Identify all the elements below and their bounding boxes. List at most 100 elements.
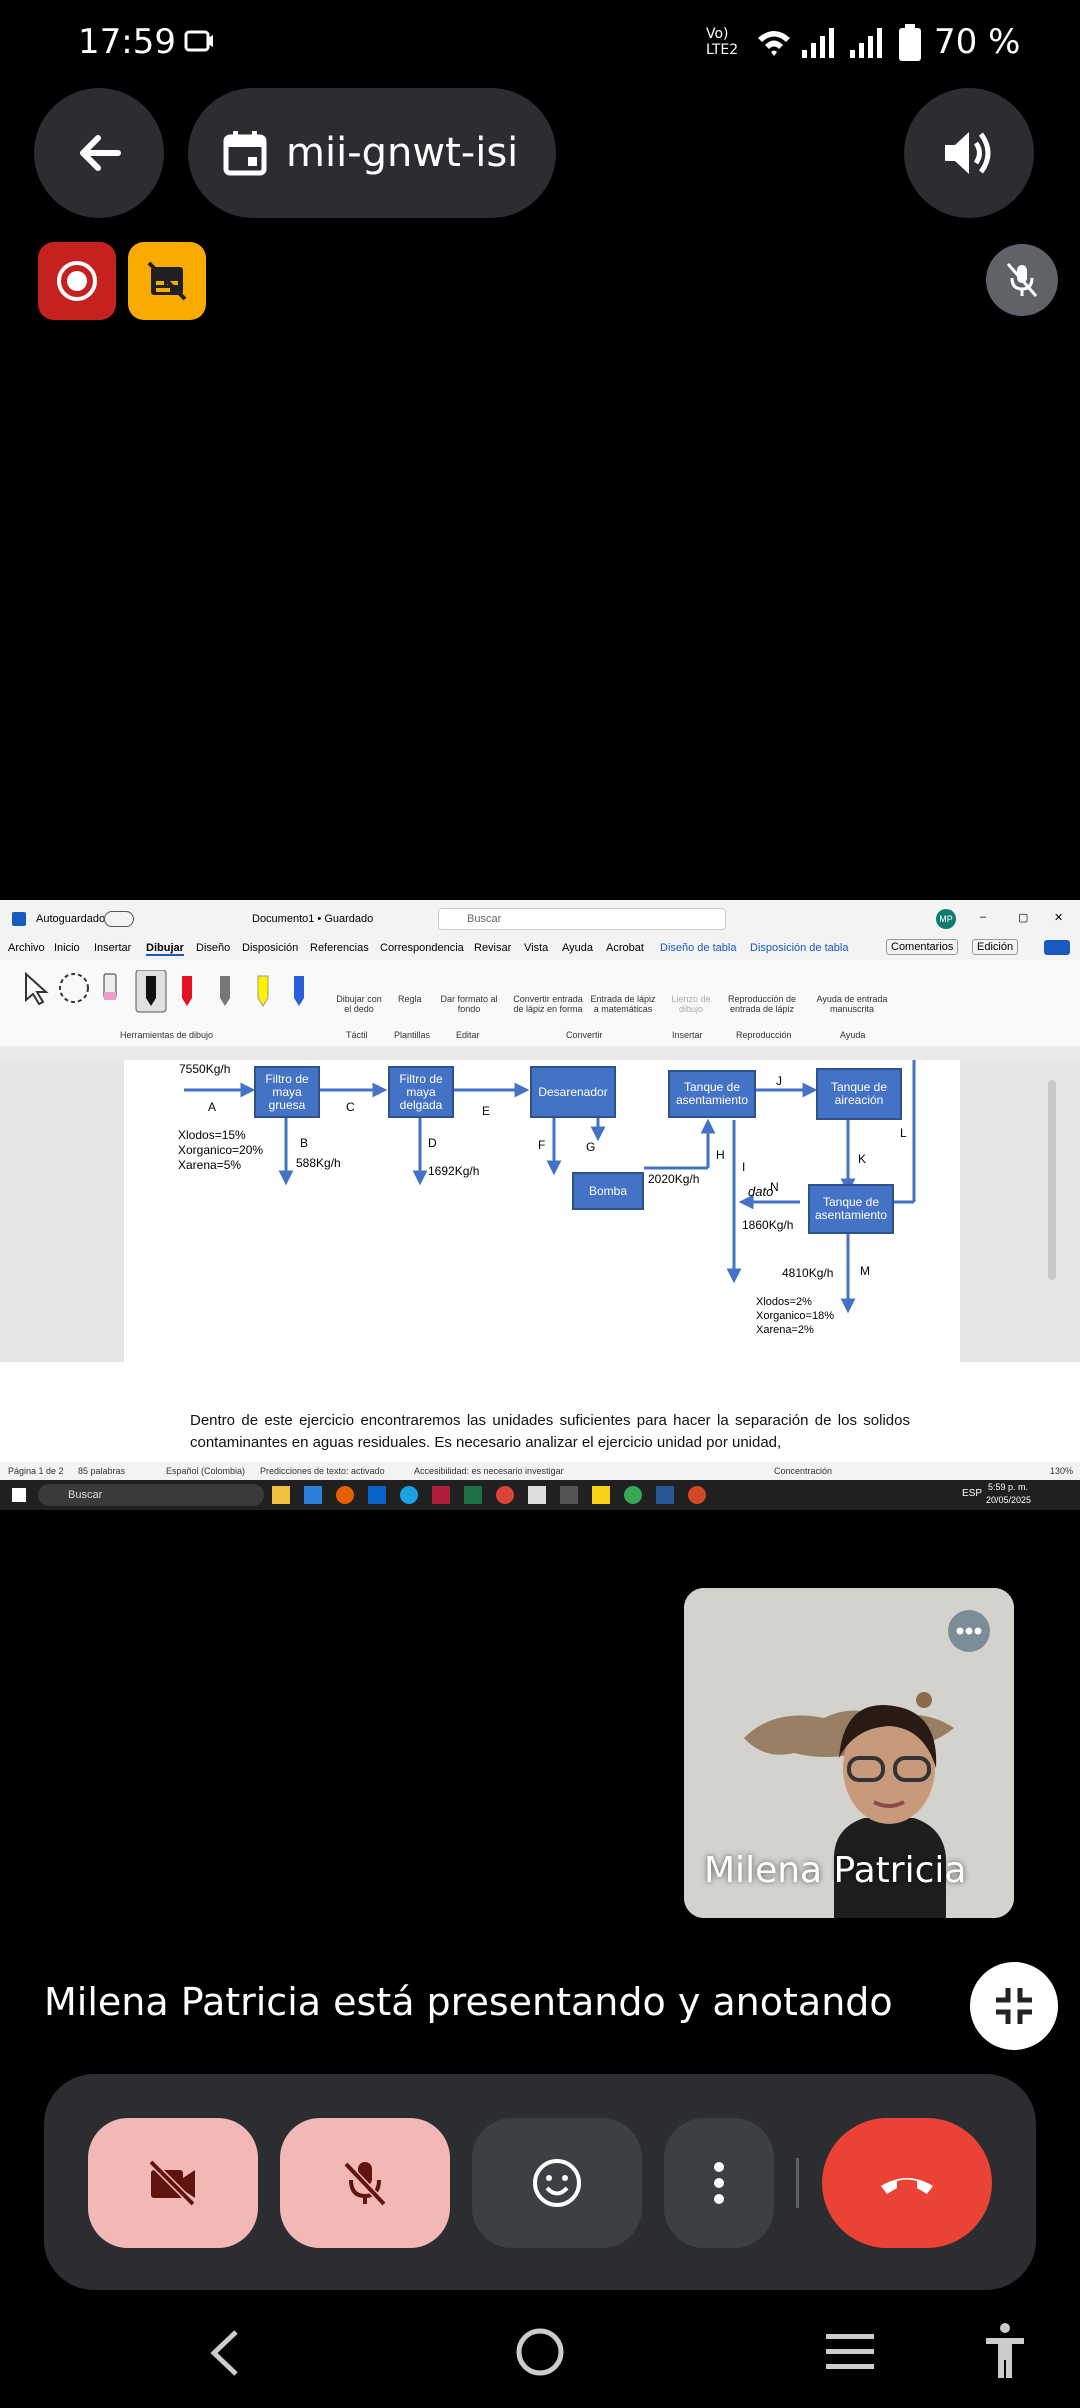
tab-archivo[interactable]: Archivo [8, 942, 45, 954]
tab-inicio[interactable]: Inicio [54, 942, 80, 954]
maximize-icon[interactable]: ▢ [1018, 911, 1028, 924]
taskbar-date[interactable]: 20/05/2025 [986, 1495, 1031, 1505]
mic-off-icon [1006, 263, 1038, 297]
zoom-level[interactable]: 130% [1050, 1466, 1073, 1476]
chrome-icon[interactable] [496, 1486, 514, 1504]
tab-diseno[interactable]: Diseño [196, 942, 230, 954]
file-explorer-icon[interactable] [272, 1486, 290, 1504]
tab-disposicion-tabla[interactable]: Disposición de tabla [750, 942, 848, 954]
stream-m: M [860, 1264, 870, 1278]
windows-start-icon[interactable] [12, 1488, 26, 1502]
word-ribbon-tabs: Archivo Inicio Insertar Dibujar Diseño D… [0, 938, 1080, 960]
ink-replay-button[interactable]: Reproducción de entrada de lápiz [724, 994, 800, 1014]
edit-group-label: Editar [456, 1030, 480, 1040]
tab-ayuda[interactable]: Ayuda [562, 942, 593, 954]
nav-back-icon[interactable] [206, 2328, 242, 2378]
tab-acrobat[interactable]: Acrobat [606, 942, 644, 954]
format-background-button[interactable]: Dar formato al fondo [440, 994, 498, 1014]
ink-to-math-button[interactable]: Entrada de lápiz a matemáticas [588, 994, 658, 1014]
reactions-button[interactable] [472, 2118, 642, 2248]
taskbar-search[interactable]: Buscar [38, 1484, 264, 1506]
input-language[interactable]: ESP [962, 1488, 982, 1499]
back-button[interactable] [34, 88, 164, 218]
end-call-button[interactable] [822, 2118, 992, 2248]
tab-diseno-tabla[interactable]: Diseño de tabla [660, 942, 736, 954]
taskbar-app-icons [272, 1486, 812, 1504]
app-icon[interactable] [432, 1486, 450, 1504]
accessibility-status[interactable]: Accesibilidad: es necesario investigar [414, 1466, 564, 1476]
text-prediction-status[interactable]: Predicciones de texto: activado [260, 1466, 385, 1476]
ink-to-shape-button[interactable]: Convertir entrada de lápiz en forma [510, 994, 586, 1014]
draw-finger-button[interactable]: Dibujar con el dedo [334, 994, 384, 1014]
document-paragraph: Dentro de este ejercicio encontraremos l… [190, 1412, 910, 1451]
autosave-toggle[interactable] [104, 911, 134, 927]
tab-vista[interactable]: Vista [524, 942, 548, 954]
playback-group-label: Reproducción [736, 1030, 792, 1040]
battery-percent: 70 % [934, 22, 1021, 62]
more-horiz-icon [956, 1627, 982, 1635]
mic-toggle-button[interactable] [280, 2118, 450, 2248]
pen-tools-icon[interactable] [22, 970, 312, 1014]
ink-help-button[interactable]: Ayuda de entrada manuscrita [812, 994, 892, 1014]
firefox-icon[interactable] [336, 1486, 354, 1504]
excel-icon[interactable] [464, 1486, 482, 1504]
out-composition-lodos: Xlodos=2% [756, 1296, 812, 1308]
feed-composition-organico: Xorganico=20% [178, 1143, 264, 1157]
drawing-canvas-button[interactable]: Lienzo de dibujo [668, 994, 714, 1014]
stream-d: D [428, 1136, 437, 1150]
chrome-profile-icon[interactable] [624, 1486, 642, 1504]
tab-correspondencia[interactable]: Correspondencia [380, 942, 464, 954]
sticky-notes-icon[interactable] [592, 1486, 610, 1504]
stream-g: G [586, 1140, 596, 1154]
word-search-box[interactable]: Buscar [438, 908, 726, 930]
doc-scrollbar[interactable] [1048, 1080, 1056, 1280]
participant-muted-badge [986, 244, 1058, 316]
camera-toggle-button[interactable] [88, 2118, 258, 2248]
powerpoint-icon[interactable] [688, 1486, 706, 1504]
clock: 17:59 [78, 22, 176, 62]
minimize-icon[interactable]: – [980, 911, 986, 923]
volume-icon [945, 132, 991, 174]
stream-e: E [482, 1104, 491, 1118]
feed-flow-label: 7550Kg/h [179, 1062, 231, 1076]
accessibility-icon[interactable] [984, 2322, 1026, 2380]
comments-button[interactable]: Comentarios [886, 939, 959, 955]
edge-icon[interactable] [400, 1486, 418, 1504]
share-button[interactable] [1044, 940, 1070, 955]
close-icon[interactable]: ✕ [1054, 911, 1063, 924]
flow-d-value: 1692Kg/h [428, 1164, 480, 1178]
language-status[interactable]: Español (Colombia) [166, 1466, 245, 1476]
taskbar-time[interactable]: 5:59 p. m. [988, 1482, 1028, 1492]
word-taskbar-icon[interactable] [656, 1486, 674, 1504]
nav-home-icon[interactable] [514, 2326, 566, 2378]
participant-tile[interactable]: Milena Patricia [684, 1588, 1014, 1918]
speaker-button[interactable] [904, 88, 1034, 218]
captions-off-badge[interactable] [128, 242, 206, 320]
tab-insertar[interactable]: Insertar [94, 942, 131, 954]
document-title[interactable]: Documento1 • Guardado [252, 913, 373, 925]
user-avatar[interactable]: MP [936, 909, 956, 929]
calendar-app-icon[interactable] [528, 1486, 546, 1504]
focus-mode[interactable]: Concentración [774, 1466, 832, 1476]
tab-dibujar[interactable]: Dibujar [146, 942, 184, 956]
editing-mode-button[interactable]: Edición [972, 939, 1019, 955]
terminal-icon[interactable] [560, 1486, 578, 1504]
tab-referencias[interactable]: Referencias [310, 942, 369, 954]
flow-m-value: 4810Kg/h [782, 1266, 834, 1280]
tab-disposicion[interactable]: Disposición [242, 942, 298, 954]
ruler-button[interactable]: Regla [398, 994, 422, 1004]
word-search-label: Buscar [467, 913, 502, 925]
outlook-icon[interactable] [368, 1486, 386, 1504]
wifi-icon [758, 31, 790, 56]
network-label: Vo) LTE2 [706, 26, 739, 58]
collapse-button[interactable] [970, 1962, 1058, 2050]
meeting-info-chip[interactable]: mii-gnwt-isi [188, 88, 556, 218]
tab-revisar[interactable]: Revisar [474, 942, 511, 954]
recording-badge[interactable] [38, 242, 116, 320]
tile-more-button[interactable] [948, 1610, 990, 1652]
controls-divider [796, 2158, 799, 2208]
more-options-button[interactable] [664, 2118, 774, 2248]
nav-recents-icon[interactable] [824, 2332, 876, 2372]
more-vert-icon [714, 2162, 724, 2204]
store-icon[interactable] [304, 1486, 322, 1504]
